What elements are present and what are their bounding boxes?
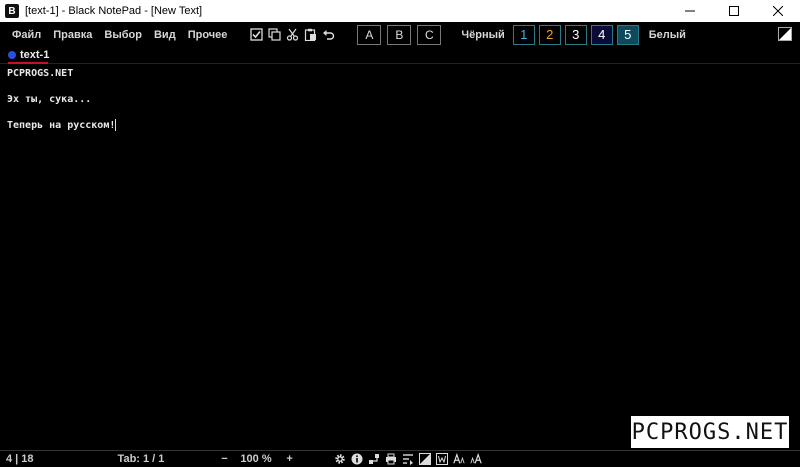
font-b-button[interactable]: B (387, 24, 412, 45)
menu-file[interactable]: Файл (12, 29, 41, 41)
info-icon[interactable] (351, 453, 363, 465)
editor-line-current: Теперь на русском! (7, 119, 793, 132)
theme-3-button[interactable]: 3 (564, 24, 587, 45)
zoom-level: 100 % (240, 453, 272, 465)
status-tools (334, 453, 482, 465)
editor-line-text: Теперь на русском! (7, 120, 116, 131)
copy-icon[interactable] (267, 28, 281, 42)
font-size-increase-icon[interactable] (470, 453, 482, 465)
maximize-button[interactable] (712, 0, 756, 22)
settings-gear-icon[interactable] (334, 453, 346, 465)
word-wrap-icon[interactable] (402, 453, 414, 465)
font-c-button[interactable]: C (417, 24, 442, 45)
cut-icon[interactable] (285, 28, 299, 42)
theme-4-button[interactable]: 4 (590, 24, 613, 45)
paste-icon[interactable] (303, 28, 317, 42)
tab-bar: text-1 (0, 47, 800, 64)
print-icon[interactable] (385, 453, 397, 465)
menu-toolbar: Файл Правка Выбор Вид Прочее A B C Чёрны… (0, 22, 800, 47)
tab-label: text-1 (20, 49, 50, 61)
window-title: [text-1] - Black NotePad - [New Text] (25, 5, 203, 17)
menu-edit[interactable]: Правка (53, 29, 92, 41)
edit-tools (249, 28, 335, 42)
zoom-in-button[interactable]: + (284, 453, 296, 465)
editor-line: PCPROGS.NET (7, 68, 74, 79)
close-button[interactable] (756, 0, 800, 22)
cursor-position: 4 | 18 (6, 453, 34, 465)
word-icon[interactable] (435, 453, 448, 465)
contrast-icon[interactable] (418, 453, 431, 465)
undo-icon[interactable] (321, 28, 335, 42)
menu-view[interactable]: Вид (154, 29, 176, 41)
text-editor[interactable]: PCPROGS.NET Эх ты, сука... Теперь на рус… (0, 64, 800, 450)
watermark: PCPROGS.NET (631, 416, 789, 448)
font-a-button[interactable]: A (357, 24, 382, 45)
theme-dark-label[interactable]: Чёрный (461, 29, 504, 41)
watermark-text: PCPROGS.NET (631, 419, 789, 445)
select-all-icon[interactable] (249, 28, 263, 42)
theme-5-button[interactable]: 5 (616, 24, 639, 45)
app-icon: B (5, 4, 19, 18)
theme-light-label[interactable]: Белый (649, 29, 686, 41)
zoom-out-button[interactable]: − (218, 453, 230, 465)
tab-text-1[interactable]: text-1 (8, 48, 49, 62)
theme-buttons: 1 2 3 4 5 (512, 24, 639, 45)
font-size-decrease-icon[interactable] (452, 453, 465, 465)
tab-counter: Tab: 1 / 1 (117, 453, 165, 465)
editor-line: Эх ты, сука... (7, 94, 92, 105)
window-controls (668, 0, 800, 22)
menu-other[interactable]: Прочее (188, 29, 228, 41)
title-bar: B [text-1] - Black NotePad - [New Text] (0, 0, 800, 22)
network-icon[interactable] (368, 453, 380, 465)
status-bar: 4 | 18 Tab: 1 / 1 − 100 % + (0, 450, 800, 467)
tab-status-dot-icon (8, 51, 16, 59)
minimize-button[interactable] (668, 0, 712, 22)
font-buttons: A B C (357, 24, 442, 45)
menu-select[interactable]: Выбор (104, 29, 142, 41)
theme-1-button[interactable]: 1 (512, 24, 535, 45)
fullscreen-toggle-icon[interactable] (778, 27, 792, 41)
theme-2-button[interactable]: 2 (538, 24, 561, 45)
text-cursor (115, 119, 117, 131)
